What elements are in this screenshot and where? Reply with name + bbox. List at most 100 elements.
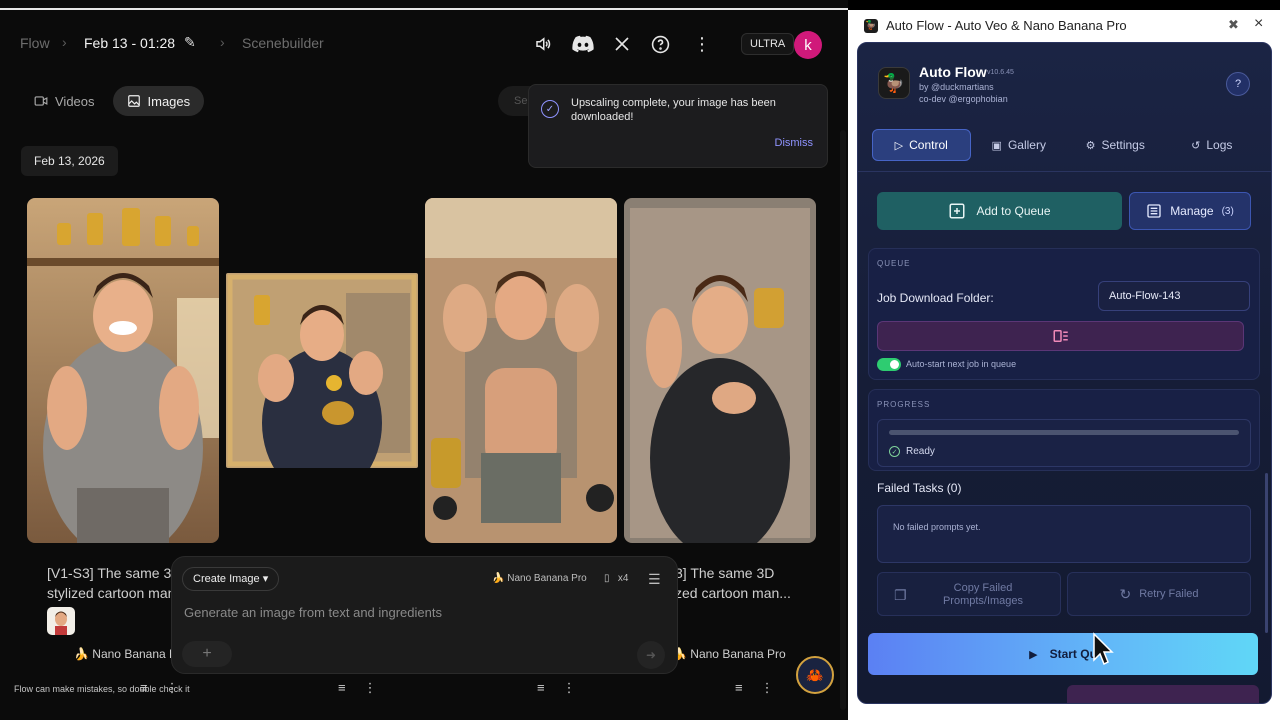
dismiss-button[interactable]: Dismiss xyxy=(775,137,814,149)
list-icon xyxy=(1147,204,1161,218)
divider xyxy=(858,171,1271,172)
disclaimer: Flow can make mistakes, so double check … xyxy=(14,684,190,694)
caption-line: 3] The same 3D xyxy=(675,565,775,581)
image-caption-1: [V1-S3] The same 3D stylized cartoon man xyxy=(47,563,181,603)
output-count[interactable]: ▯ x4 xyxy=(604,573,628,584)
check-circle-icon: ✓ xyxy=(889,446,900,457)
more-vertical-icon[interactable]: ⋮ xyxy=(761,680,774,696)
flow-app: Flow › Feb 13 - 01:28 ✎ › Scenebuilder ⋮… xyxy=(0,0,848,720)
copy-failed-line: Copy Failed xyxy=(953,582,1013,594)
help-button[interactable]: ? xyxy=(1226,72,1250,96)
auto-start-toggle[interactable] xyxy=(877,358,901,371)
speaker-icon[interactable] xyxy=(531,32,555,56)
job-folder-input[interactable]: Auto-Flow-143 xyxy=(1098,281,1250,311)
generated-image-3[interactable] xyxy=(425,198,617,543)
banana-icon: 🍌 xyxy=(492,573,505,584)
avatar[interactable]: k xyxy=(794,31,822,59)
tab-label: Control xyxy=(909,138,948,152)
add-to-queue-button[interactable]: Add to Queue xyxy=(877,192,1122,230)
tab-control[interactable]: ▷ Control xyxy=(872,129,971,161)
model-tag-1: 🍌 Nano Banana F xyxy=(74,647,176,661)
top-bar: Flow › Feb 13 - 01:28 ✎ › Scenebuilder ⋮… xyxy=(0,22,848,66)
caption-line: stylized cartoon man xyxy=(47,585,176,601)
copy-failed-line: Prompts/Images xyxy=(942,595,1024,607)
copy-icon: ❐ xyxy=(894,587,907,603)
card-actions-4: ≡ ⋮ xyxy=(735,680,774,696)
panel-tabs: ▷ Control ▣ Gallery ⚙ Settings ↺ Logs xyxy=(872,129,1260,161)
image-icon xyxy=(127,95,140,107)
crab-icon[interactable]: 🦀 xyxy=(796,656,834,694)
toast-notification: ✓ Upscaling complete, your image has bee… xyxy=(528,84,828,168)
create-mode-dropdown[interactable]: Create Image ▾ xyxy=(182,567,280,591)
date-chip: Feb 13, 2026 xyxy=(21,146,118,176)
tune-icon[interactable]: ☰ xyxy=(648,571,661,588)
generated-image-1[interactable] xyxy=(27,198,219,543)
tab-label: Gallery xyxy=(1007,138,1046,152)
check-circle-icon: ✓ xyxy=(541,100,559,118)
close-icon[interactable]: × xyxy=(1254,15,1263,33)
failed-tasks-title: Failed Tasks (0) xyxy=(877,481,962,495)
pencil-icon[interactable]: ✎ xyxy=(184,34,196,51)
tab-logs[interactable]: ↺ Logs xyxy=(1164,129,1261,161)
progress-status: Ready xyxy=(906,446,935,457)
control-panel: 🦆 Auto Flow v10.6.45 by @duckmartians co… xyxy=(857,42,1272,704)
model-tag-label: Nano Banana Pro xyxy=(690,647,786,661)
more-vertical-icon[interactable]: ⋮ xyxy=(563,680,576,696)
failed-empty-text: No failed prompts yet. xyxy=(893,522,981,532)
chevron-right-icon: › xyxy=(62,34,67,50)
x-logo-icon[interactable] xyxy=(610,32,634,56)
composer-model[interactable]: 🍌 Nano Banana Pro xyxy=(492,573,587,584)
scrollbar[interactable] xyxy=(840,130,846,710)
add-to-queue-label: Add to Queue xyxy=(976,204,1051,218)
manage-count: (3) xyxy=(1221,205,1234,217)
plan-badge: ULTRA xyxy=(741,33,795,55)
manage-label: Manage xyxy=(1170,204,1214,218)
sort-icon[interactable]: ≡ xyxy=(537,680,545,696)
start-queue-button[interactable]: ▶ Start Qu xyxy=(868,633,1258,675)
progress-bar xyxy=(889,430,1239,435)
retry-failed-button[interactable]: ↻ Retry Failed xyxy=(1067,572,1251,616)
discord-icon[interactable] xyxy=(571,32,595,56)
create-mode-label: Create Image xyxy=(193,573,260,585)
manage-queue-button[interactable]: Manage (3) xyxy=(1129,192,1251,230)
stop-button[interactable] xyxy=(1067,685,1259,703)
generated-image-2[interactable] xyxy=(226,273,418,468)
window-title-text: Auto Flow - Auto Veo & Nano Banana Pro xyxy=(886,18,1127,33)
progress-section-label: PROGRESS xyxy=(877,400,931,409)
help-icon[interactable] xyxy=(648,32,672,56)
tab-images[interactable]: Images xyxy=(112,86,205,116)
breadcrumb-flow[interactable]: Flow xyxy=(20,35,50,51)
tab-label: Logs xyxy=(1206,138,1233,152)
clear-queue-button[interactable] xyxy=(877,321,1244,351)
image-caption-4: 3] The same 3D zed cartoon man... xyxy=(675,563,791,603)
card-actions-2: ≡ ⋮ xyxy=(338,680,377,696)
app-version: v10.6.45 xyxy=(987,69,1014,76)
generated-image-4[interactable] xyxy=(624,198,816,543)
tab-videos[interactable]: Videos xyxy=(20,86,109,116)
copy-failed-label: Copy Failed Prompts/Images xyxy=(918,582,1048,608)
clear-list-icon xyxy=(1053,330,1068,342)
sort-icon[interactable]: ≡ xyxy=(735,680,743,696)
reference-thumbnail[interactable] xyxy=(47,607,75,635)
add-ingredient-button[interactable]: + xyxy=(182,641,232,667)
more-vertical-icon[interactable]: ⋮ xyxy=(690,32,714,56)
send-arrow-icon[interactable]: ➜ xyxy=(637,641,665,669)
more-vertical-icon[interactable]: ⋮ xyxy=(364,680,377,696)
prompt-input[interactable]: Generate an image from text and ingredie… xyxy=(184,605,442,620)
gallery-icon: ▣ xyxy=(991,139,1002,152)
panel-scrollbar[interactable] xyxy=(1265,473,1268,633)
tab-gallery[interactable]: ▣ Gallery xyxy=(971,129,1068,161)
tab-settings[interactable]: ⚙ Settings xyxy=(1067,129,1164,161)
pin-icon[interactable]: ✖ xyxy=(1228,17,1239,33)
copy-failed-button[interactable]: ❐ Copy Failed Prompts/Images xyxy=(877,572,1061,616)
duck-logo-icon: 🦆 xyxy=(878,67,910,99)
chevron-right-icon: › xyxy=(220,34,225,50)
progress-card: ✓ Ready xyxy=(877,419,1251,467)
sort-icon[interactable]: ≡ xyxy=(338,680,346,696)
job-folder-label: Job Download Folder: xyxy=(877,291,994,305)
play-icon: ▶ xyxy=(1029,648,1038,661)
composer-model-label: Nano Banana Pro xyxy=(507,573,587,584)
breadcrumb-scenebuilder[interactable]: Scenebuilder xyxy=(242,35,324,51)
app-name: Auto Flow xyxy=(919,64,987,80)
caption-line: [V1-S3] The same 3D xyxy=(47,565,182,581)
